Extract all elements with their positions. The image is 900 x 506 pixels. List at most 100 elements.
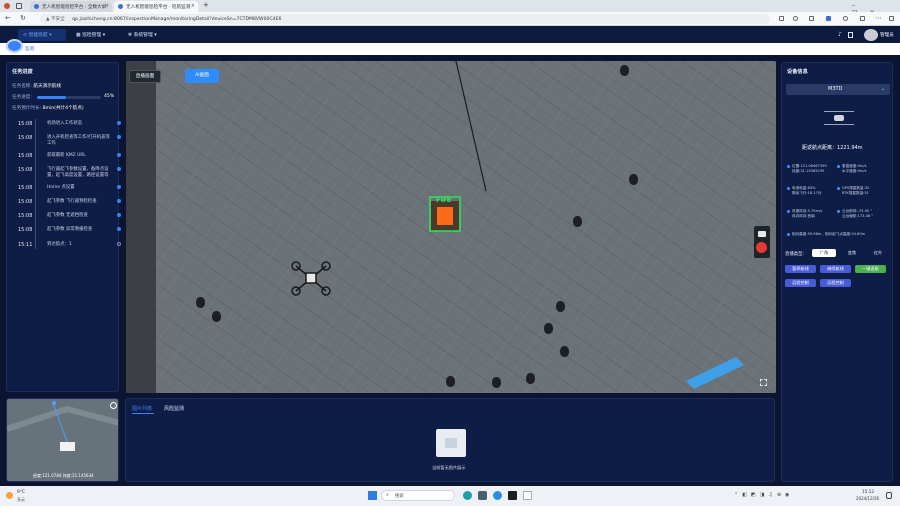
- check-icon: [117, 213, 121, 217]
- progress-fill: [37, 96, 66, 99]
- address-bar[interactable]: ▲ 不安全 qp.jiazhicheng.cn:8067/inspectionM…: [40, 14, 770, 24]
- remote-control-button-2[interactable]: 远程控制: [820, 279, 851, 287]
- reload-icon[interactable]: ↻: [20, 14, 26, 22]
- live-type-wide[interactable]: 广角: [812, 249, 836, 257]
- video-scene: [126, 61, 776, 393]
- new-tab-button[interactable]: +: [203, 1, 209, 9]
- breadcrumb-label[interactable]: 监测: [25, 46, 34, 52]
- sidebar-icon[interactable]: [889, 16, 894, 21]
- telemetry-cell: GPS搜星数量:32 RTK搜星数量:51: [837, 186, 890, 196]
- task-name-label: 任务名称:: [12, 84, 32, 89]
- favorites-icon[interactable]: [860, 16, 865, 21]
- zoom-icon[interactable]: [793, 16, 798, 21]
- camera-icon[interactable]: [758, 231, 766, 237]
- settings-icon[interactable]: [843, 16, 848, 21]
- telemetry-cell: 云台俯仰:-74.50 ° 云台偏航:173.08 °: [837, 209, 890, 219]
- step-time: 15:08: [18, 153, 33, 159]
- tab-underline: [132, 413, 154, 414]
- minimap-coords: 经度:121.0784 纬度:31.145634: [33, 473, 94, 478]
- minimap-panel[interactable]: 经度:121.0784 纬度:31.145634: [6, 398, 119, 482]
- weather-icon[interactable]: [6, 492, 13, 499]
- telemetry-cell: 垂直速度:0m/s 水平速度:0m/s: [837, 164, 890, 174]
- live-type-ir[interactable]: 红外: [866, 249, 890, 257]
- check-icon: [117, 153, 121, 157]
- document-icon[interactable]: [848, 32, 853, 38]
- tab-image-list[interactable]: 图片列表: [132, 405, 152, 412]
- avatar[interactable]: [864, 29, 878, 41]
- record-button[interactable]: [756, 242, 767, 253]
- select-arrow-icon: ⌄: [880, 86, 885, 92]
- back-icon[interactable]: ←: [5, 14, 11, 22]
- app-camera-icon[interactable]: [478, 491, 487, 500]
- live-type-zoom[interactable]: 变焦: [840, 249, 864, 257]
- more-icon[interactable]: ⋯: [875, 14, 882, 22]
- step-time: 15:08: [18, 135, 33, 141]
- menu-item-monitor[interactable]: ⊙ 智能巡航 ▾: [23, 31, 52, 38]
- telemetry-icon: [787, 165, 790, 168]
- device-select[interactable]: M3TD ⌄: [786, 84, 890, 95]
- telemetry-icon: [837, 187, 840, 190]
- pause-route-button[interactable]: 暂停航线: [785, 265, 816, 273]
- person-marker: [620, 65, 629, 76]
- menu-label: 系统管理: [133, 33, 153, 38]
- person-marker: [492, 377, 501, 388]
- start-icon[interactable]: [368, 491, 377, 500]
- timeline-line: [35, 119, 36, 249]
- drone-video-feed[interactable]: Fire 直播画面 AI画面: [126, 61, 776, 393]
- person-marker: [544, 323, 553, 334]
- calendar-icon: ▦: [76, 33, 81, 38]
- extension-icon[interactable]: [826, 16, 831, 21]
- step-desc: 获取最新 KMZ URL: [47, 153, 86, 158]
- clock-date[interactable]: 2024/12/26: [856, 496, 879, 501]
- star-icon[interactable]: [809, 16, 814, 21]
- app-files-icon[interactable]: [463, 491, 472, 500]
- app-edge-icon[interactable]: [493, 491, 502, 500]
- telemetry-text: 垂直速度:0m/s 水平速度:0m/s: [842, 164, 867, 174]
- telemetry-icon: [837, 210, 840, 213]
- translate-icon[interactable]: [779, 16, 784, 21]
- telemetry-text: 电池电量:63% 剩余飞行:18.17分: [792, 186, 822, 196]
- browser-profile-icon[interactable]: [4, 3, 10, 9]
- fullscreen-icon[interactable]: [760, 379, 767, 386]
- browser-tab-bar: 无人机智能巡检平台 - 全数大屏 × 无人机智能巡检平台 - 巡航监测 × + …: [0, 0, 900, 16]
- user-name[interactable]: 管理员: [880, 32, 894, 38]
- menu-item-system[interactable]: ✻ 系统管理 ▾: [128, 31, 157, 38]
- tab-favicon-icon: [118, 4, 123, 9]
- app-terminal-icon[interactable]: [508, 491, 517, 500]
- step-time: 15:08: [18, 199, 33, 205]
- resume-route-button[interactable]: 继续航线: [820, 265, 851, 273]
- tab-close-icon[interactable]: ×: [105, 3, 109, 9]
- step-desc: Home 点设置: [47, 185, 75, 190]
- telemetry-cell: 风速风向:5.79m/s 风向风向:西南: [787, 209, 840, 219]
- browser-tab-0[interactable]: 无人机智能巡检平台 - 全数大屏 ×: [30, 1, 112, 12]
- menu-item-inspection[interactable]: ▦ 巡检管理 ▾: [76, 31, 105, 38]
- task-eta-row: 任务预计时长: 8min(共计4个航点): [12, 105, 84, 111]
- tab-ai[interactable]: AI画面: [185, 69, 219, 83]
- menu-label: 智能巡航: [28, 33, 48, 38]
- tab-favicon-icon: [34, 4, 39, 9]
- fire-flame: [437, 207, 453, 225]
- tray-icons[interactable]: ⌃◧◩◨♫⊕◉: [734, 492, 793, 498]
- taskbar-search[interactable]: ⌕ 搜索: [381, 490, 455, 501]
- clock-time[interactable]: 15:12: [862, 489, 874, 494]
- tab-close-icon[interactable]: ×: [191, 3, 195, 9]
- tab-risk[interactable]: 风险监测: [164, 405, 184, 412]
- security-label: 不安全: [51, 17, 65, 22]
- search-icon: ⌕: [386, 492, 389, 498]
- bell-icon[interactable]: ♪: [838, 31, 842, 38]
- notification-icon[interactable]: [886, 492, 892, 499]
- refresh-icon[interactable]: [110, 402, 117, 409]
- step-desc: 起飞参数 飞行器预检检查: [47, 199, 97, 204]
- app-notes-icon[interactable]: [523, 491, 532, 500]
- remote-control-button[interactable]: 远程控制: [785, 279, 816, 287]
- left-border-strip: [126, 61, 156, 393]
- tab-actions-icon[interactable]: [16, 3, 22, 9]
- weather-desc: 多云: [17, 497, 25, 502]
- browser-tab-1[interactable]: 无人机智能巡检平台 - 巡航监测 ×: [114, 1, 198, 12]
- empty-text: 当前暂无图片展示: [432, 465, 466, 470]
- minimap-scene: [7, 399, 118, 481]
- person-marker: [196, 297, 205, 308]
- tab-live[interactable]: 直播画面: [129, 70, 161, 83]
- return-home-button[interactable]: 一键返航: [855, 265, 886, 273]
- home-logo-icon[interactable]: [6, 39, 23, 53]
